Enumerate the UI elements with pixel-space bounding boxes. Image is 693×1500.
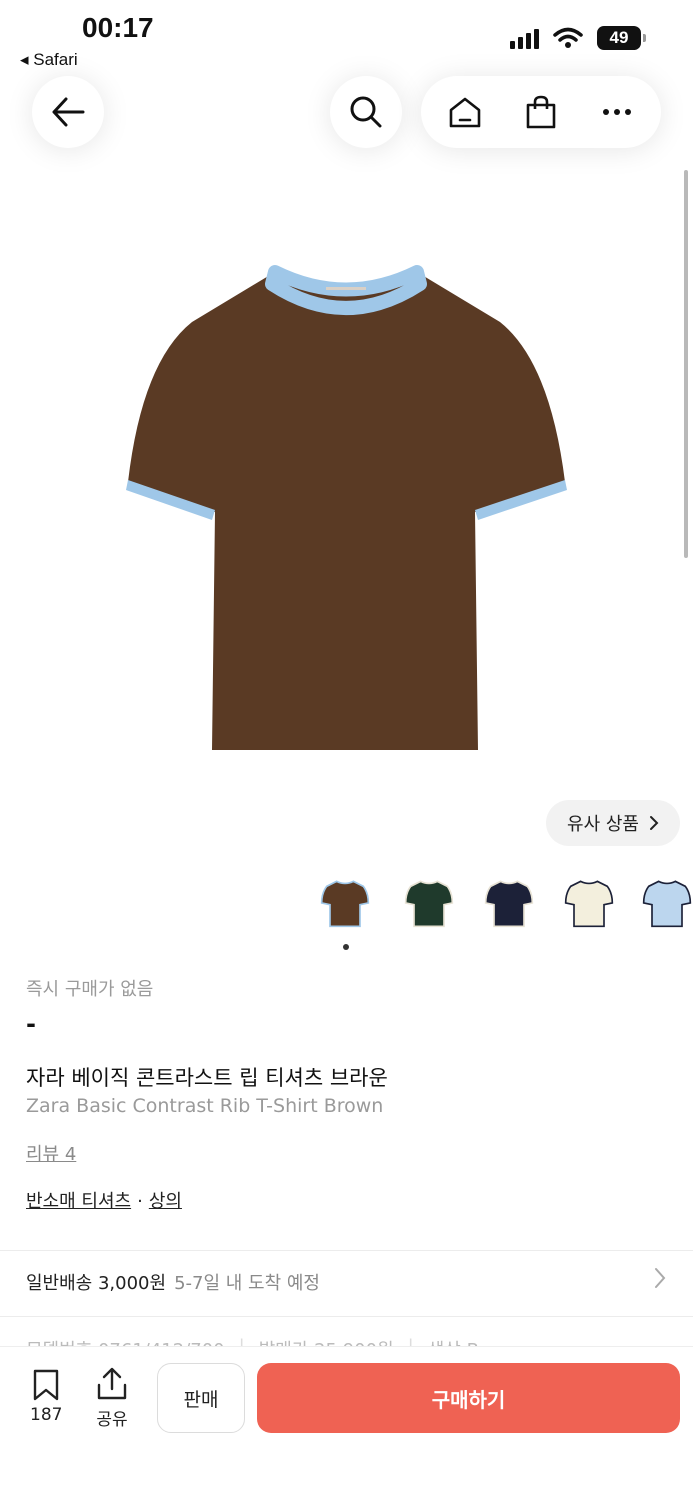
product-name-en: Zara Basic Contrast Rib T-Shirt Brown	[26, 1095, 384, 1117]
price: -	[26, 1010, 36, 1038]
review-link[interactable]: 리뷰 4	[26, 1140, 76, 1166]
home-button[interactable]	[437, 84, 493, 140]
cellular-signal-icon	[510, 27, 539, 49]
instant-buy-status: 즉시 구매가 없음	[26, 979, 154, 1000]
shopping-bag-button[interactable]	[513, 84, 569, 140]
shipping-eta: 5-7일 내 도착 예정	[174, 1273, 320, 1294]
search-icon	[350, 96, 382, 128]
sell-button[interactable]: 판매	[157, 1363, 245, 1433]
search-button[interactable]	[330, 76, 402, 148]
category-breadcrumb: 반소매 티셔츠 · 상의	[26, 1187, 182, 1213]
shipping-row[interactable]: 일반배송 3,000원 5-7일 내 도착 예정	[26, 1268, 676, 1295]
share-icon	[97, 1367, 127, 1400]
arrow-left-icon	[52, 97, 85, 127]
product-name-ko: 자라 베이직 콘트라스트 립 티셔츠 브라운	[26, 1066, 388, 1090]
color-thumbnail[interactable]	[478, 868, 540, 938]
status-icons: 49	[510, 26, 646, 50]
color-thumbnail[interactable]	[636, 868, 693, 938]
back-app-label: Safari	[33, 50, 78, 69]
similar-products-label: 유사 상품	[567, 814, 639, 835]
chevron-right-icon	[655, 1268, 666, 1288]
status-time: 00:17	[82, 12, 154, 43]
color-thumbnail-list	[0, 868, 693, 938]
divider	[0, 1250, 693, 1251]
bookmark-icon	[34, 1369, 59, 1401]
bottom-action-bar: 187 공유 판매 구매하기	[0, 1346, 693, 1500]
bookmark-button[interactable]: 187	[30, 1369, 62, 1425]
home-icon	[449, 97, 481, 128]
share-button[interactable]: 공유	[96, 1367, 128, 1430]
battery-icon: 49	[597, 26, 646, 50]
bookmark-count: 187	[30, 1405, 63, 1425]
category-separator: ·	[137, 1191, 143, 1212]
category-link-tops[interactable]: 상의	[149, 1191, 182, 1212]
color-thumbnail[interactable]	[398, 868, 460, 938]
more-dots-icon	[603, 109, 631, 115]
wifi-icon	[553, 27, 583, 48]
chevron-right-icon	[649, 816, 659, 830]
carousel-indicator-dot	[343, 944, 349, 950]
divider	[0, 1316, 693, 1317]
buy-button[interactable]: 구매하기	[257, 1363, 680, 1433]
nav-actions-pill	[421, 76, 661, 148]
color-thumbnail[interactable]	[314, 868, 376, 938]
more-button[interactable]	[589, 84, 645, 140]
color-thumbnail[interactable]	[558, 868, 620, 938]
back-to-app-link[interactable]: ◂ Safari	[20, 50, 78, 70]
shipping-label: 일반배송 3,000원	[26, 1273, 167, 1294]
similar-products-button[interactable]: 유사 상품	[546, 800, 680, 846]
shopping-bag-icon	[526, 95, 556, 129]
product-image[interactable]	[120, 262, 572, 758]
page-scrollbar[interactable]	[684, 170, 688, 558]
back-button[interactable]	[32, 76, 104, 148]
share-label: 공유	[96, 1410, 128, 1430]
category-link-short-sleeve[interactable]: 반소매 티셔츠	[26, 1191, 131, 1212]
